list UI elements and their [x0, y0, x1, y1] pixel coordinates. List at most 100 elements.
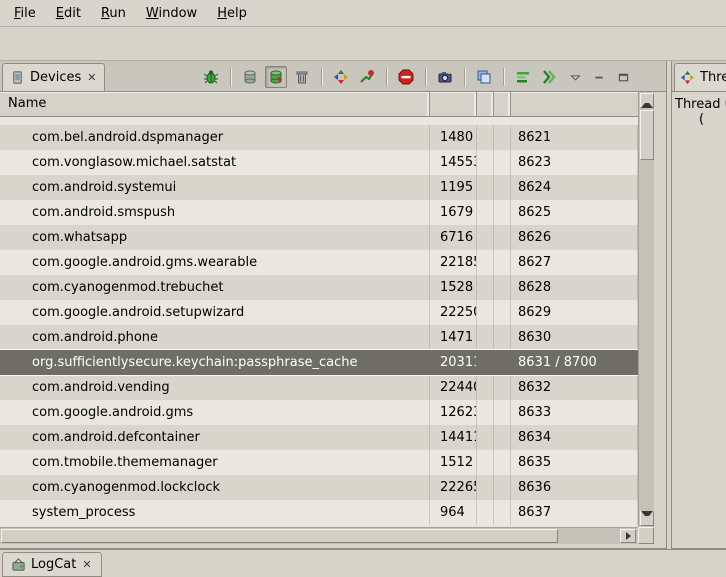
empty-cell-2: [494, 375, 511, 400]
empty-cell-2: [494, 475, 511, 500]
process-name-cell: com.android.defcontainer: [0, 425, 430, 450]
table-row[interactable]: com.google.android.setupwizard222508629: [0, 300, 638, 325]
process-name-cell: com.android.phone: [0, 325, 430, 350]
table-row[interactable]: com.bel.android.dspmanager14808621: [0, 125, 638, 150]
close-icon[interactable]: ✕: [86, 71, 97, 84]
logcat-tab-label: LogCat: [31, 557, 76, 572]
column-header-pid[interactable]: [430, 92, 477, 116]
opengl-trace-icon[interactable]: [538, 66, 560, 88]
vertical-scrollbar[interactable]: [638, 92, 654, 527]
cause-gc-icon[interactable]: [291, 66, 313, 88]
empty-cell-1: [477, 325, 494, 350]
method-profiling-icon[interactable]: [356, 66, 378, 88]
empty-cell-2: [494, 175, 511, 200]
arrow-right-icon: [626, 532, 631, 540]
horizontal-scrollbar-thumb[interactable]: [1, 529, 558, 543]
scroll-up-button[interactable]: [640, 93, 654, 108]
empty-cell-1: [477, 250, 494, 275]
tab-logcat[interactable]: LogCat ✕: [2, 552, 102, 577]
table-header: Name: [0, 92, 638, 117]
stop-process-icon[interactable]: [395, 66, 417, 88]
pid-cell: 20311: [430, 350, 477, 375]
table-row[interactable]: com.cyanogenmod.trebuchet15288628: [0, 275, 638, 300]
pid-cell: 22440: [430, 375, 477, 400]
table-row[interactable]: com.cyanogenmod.lockclock222658636: [0, 475, 638, 500]
table-row[interactable]: com.whatsapp67168626: [0, 225, 638, 250]
process-name-cell: com.android.vending: [0, 375, 430, 400]
port-cell: 8630: [511, 325, 638, 350]
process-name-cell: com.google.android.setupwizard: [0, 300, 430, 325]
dump-hprof-icon[interactable]: [265, 66, 287, 88]
table-row[interactable]: system_process9648637: [0, 500, 638, 525]
devices-tabbar: Devices ✕: [0, 61, 666, 92]
port-cell: 8632: [511, 375, 638, 400]
scroll-down-button[interactable]: [640, 511, 654, 526]
pid-cell: 22250: [430, 300, 477, 325]
threads-panel: Threads ✕ Thread up (: [671, 61, 726, 549]
maximize-icon[interactable]: [614, 68, 632, 86]
tab-threads[interactable]: Threads ✕: [674, 63, 726, 91]
table-row[interactable]: com.android.smspush16798625: [0, 200, 638, 225]
table-row[interactable]: com.android.defcontainer144118634: [0, 425, 638, 450]
update-heap-icon[interactable]: [239, 66, 261, 88]
table-row[interactable]: com.android.vending22440 8632: [0, 375, 638, 400]
empty-cell-1: [477, 425, 494, 450]
scroll-right-button[interactable]: [620, 529, 636, 543]
pid-cell: 22185: [430, 250, 477, 275]
column-header-empty-1[interactable]: [477, 92, 494, 116]
table-row[interactable]: com.vonglasow.michael.satstat14553 8623: [0, 150, 638, 175]
port-cell: 8621: [511, 125, 638, 150]
menu-help[interactable]: Help: [207, 2, 257, 25]
empty-cell-2: [494, 225, 511, 250]
menu-file[interactable]: File: [4, 2, 46, 25]
toolbar-separator: [230, 68, 231, 86]
devices-tab-icon: [10, 70, 25, 85]
pid-cell: 14553: [430, 150, 477, 175]
table-row[interactable]: com.google.android.gms126238633: [0, 400, 638, 425]
screen-capture-icon[interactable]: [434, 66, 456, 88]
table-row[interactable]: org.sufficientlysecure.keychain:passphra…: [0, 350, 638, 375]
process-name-cell: com.android.smspush: [0, 200, 430, 225]
table-row[interactable]: com.google.android.gms.wearable221858627: [0, 250, 638, 275]
table-row[interactable]: com.tmobile.thememanager15128635: [0, 450, 638, 475]
view-menu-icon[interactable]: [566, 68, 584, 86]
port-cell: 8636: [511, 475, 638, 500]
port-cell: 8624: [511, 175, 638, 200]
process-name-cell: com.vonglasow.michael.satstat: [0, 150, 430, 175]
empty-cell-1: [477, 350, 494, 375]
empty-cell-1: [477, 225, 494, 250]
empty-cell-1: [477, 500, 494, 525]
column-header-name[interactable]: Name: [0, 92, 430, 116]
column-header-empty-2[interactable]: [494, 92, 511, 116]
process-name-cell: system_process: [0, 500, 430, 525]
tab-devices[interactable]: Devices ✕: [2, 63, 105, 91]
port-cell: 8634: [511, 425, 638, 450]
empty-cell-2: [494, 325, 511, 350]
port-cell: 8623: [511, 150, 638, 175]
menu-window[interactable]: Window: [136, 2, 207, 25]
menu-edit[interactable]: Edit: [46, 2, 91, 25]
vertical-scrollbar-thumb[interactable]: [640, 110, 654, 160]
threads-tab-icon: [680, 70, 695, 85]
close-icon[interactable]: ✕: [81, 558, 92, 571]
menu-run[interactable]: Run: [91, 2, 136, 25]
table-row[interactable]: com.android.systemui11958624: [0, 175, 638, 200]
pid-cell: 1679: [430, 200, 477, 225]
empty-cell-2: [494, 125, 511, 150]
threads-message-line-1: Thread up: [675, 97, 723, 112]
port-cell: 8637: [511, 500, 638, 525]
empty-cell-1: [477, 275, 494, 300]
minimize-icon[interactable]: [590, 68, 608, 86]
debug-icon[interactable]: [200, 66, 222, 88]
horizontal-scrollbar[interactable]: [0, 527, 638, 544]
threads-message: Thread up (: [672, 92, 726, 132]
view-hierarchy-icon[interactable]: [473, 66, 495, 88]
port-cell: 8626: [511, 225, 638, 250]
update-threads-icon[interactable]: [330, 66, 352, 88]
column-header-port[interactable]: [511, 92, 638, 116]
table-row[interactable]: com.android.phone14718630: [0, 325, 638, 350]
devices-panel: Devices ✕ Name com.bel.android.dspmanage…: [0, 61, 667, 549]
empty-cell-2: [494, 200, 511, 225]
systrace-icon[interactable]: [512, 66, 534, 88]
empty-cell-1: [477, 375, 494, 400]
